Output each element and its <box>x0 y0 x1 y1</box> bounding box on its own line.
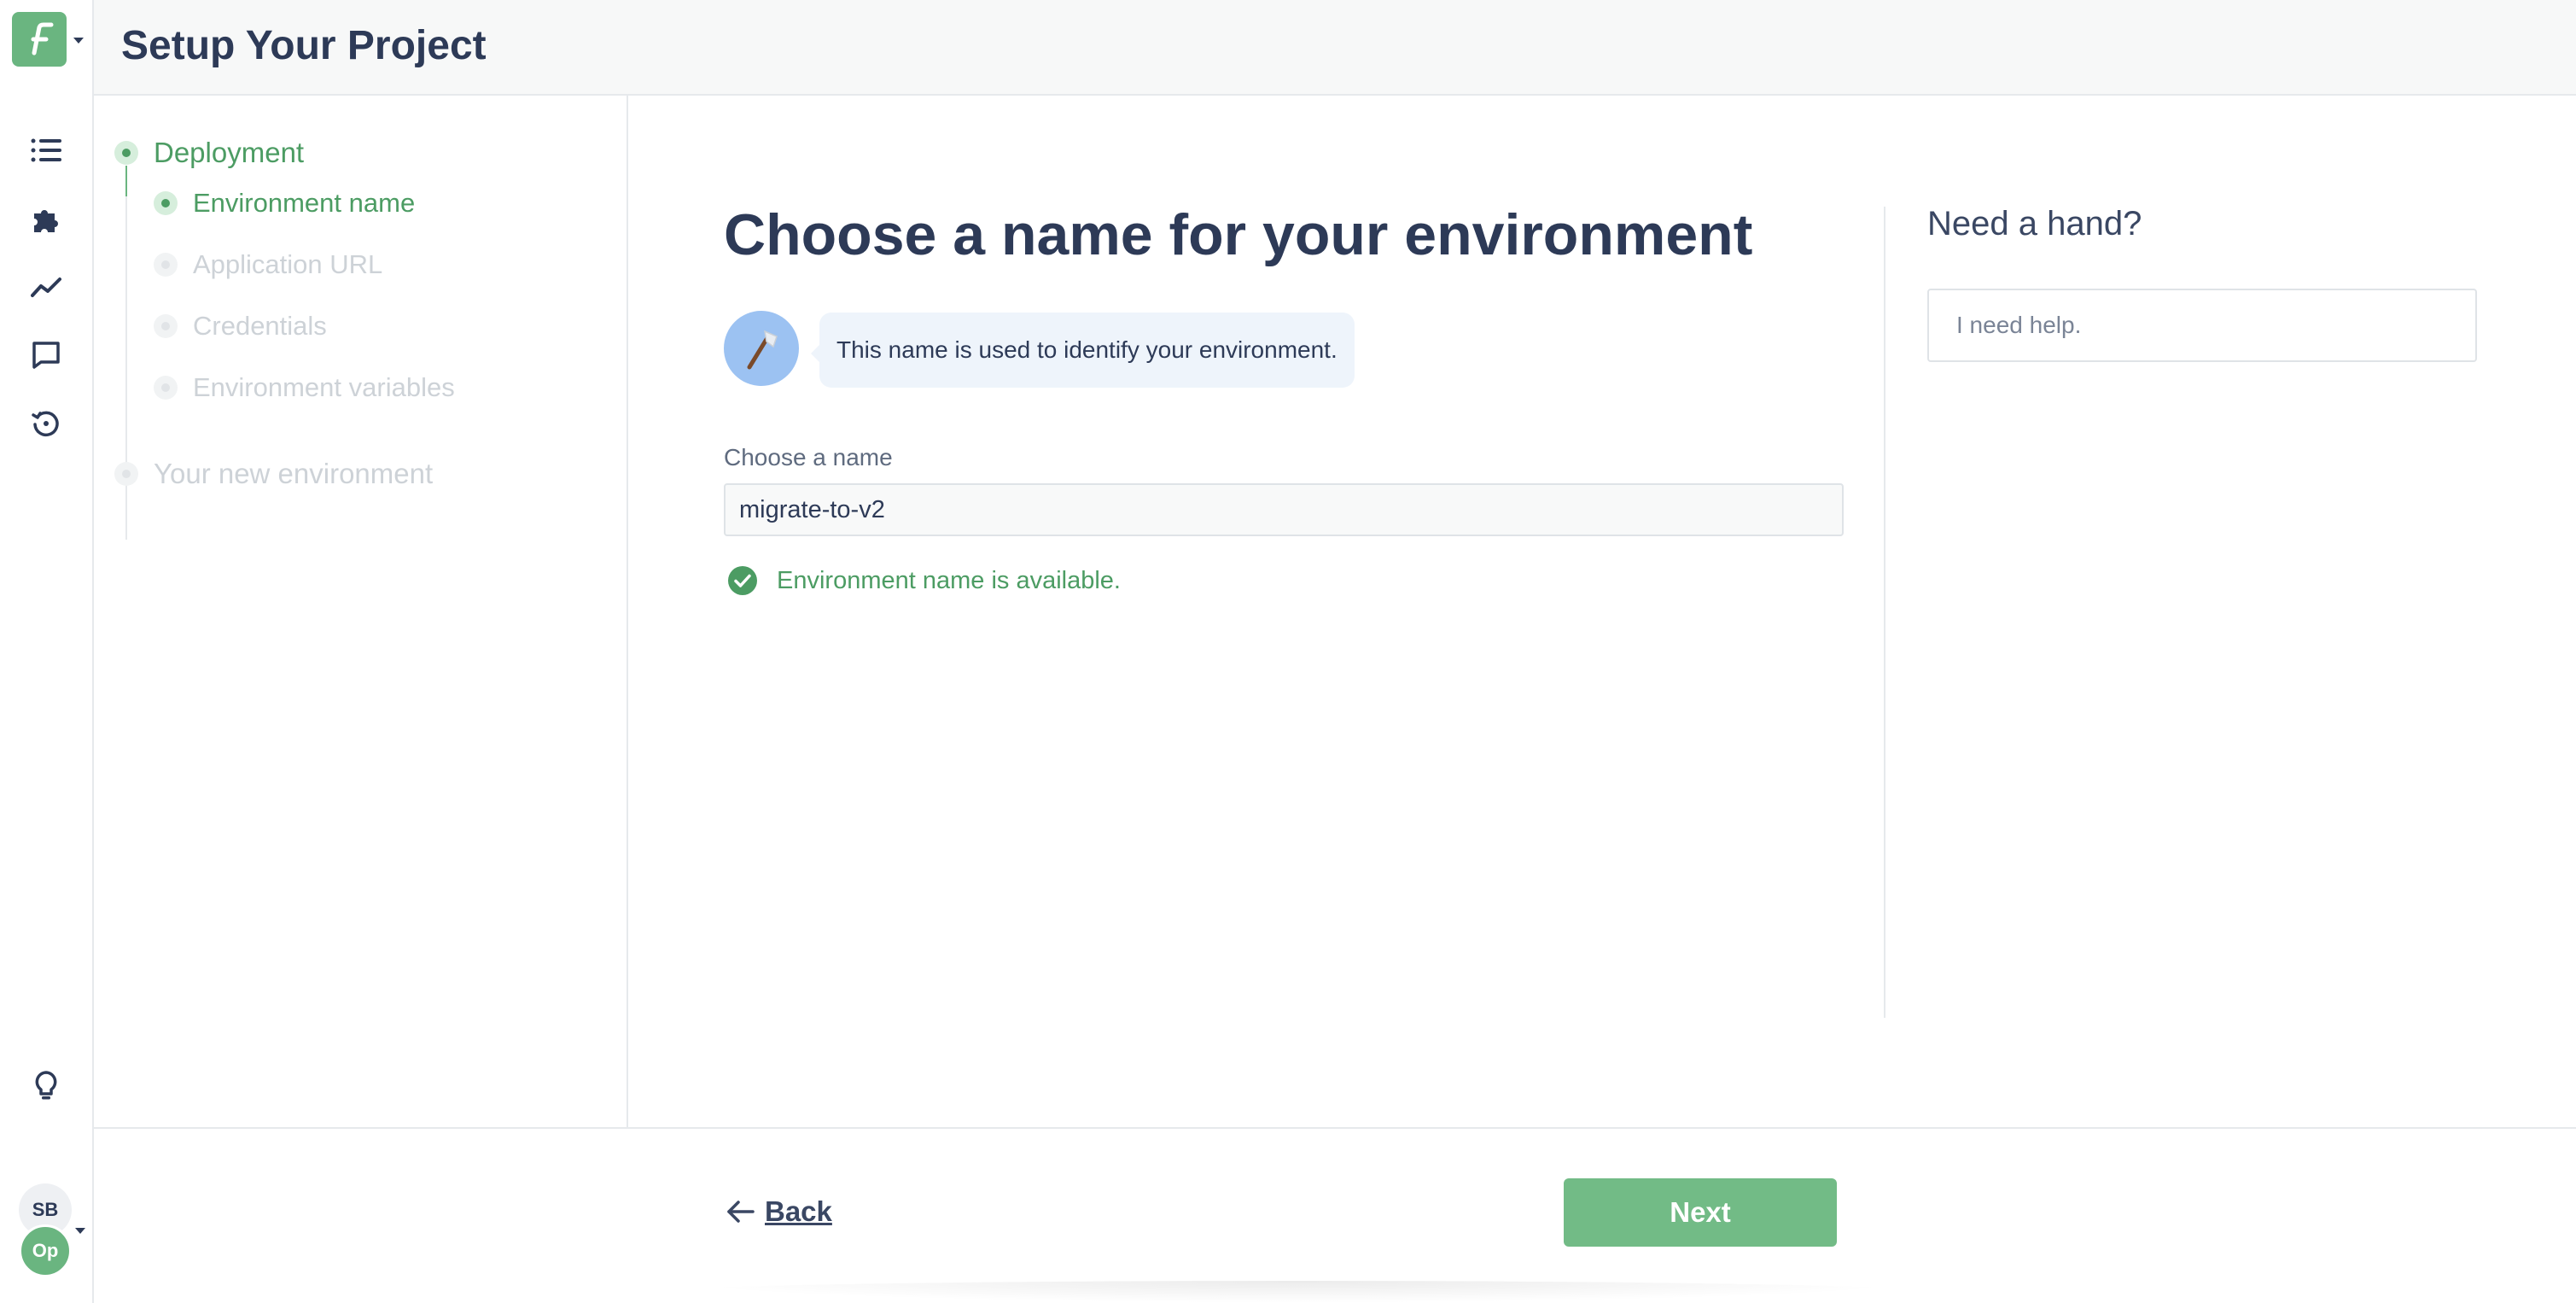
step-dot-icon <box>154 253 178 277</box>
step-deployment: Deployment <box>114 137 304 169</box>
project-caret-icon[interactable] <box>75 1228 85 1234</box>
bottom-shadow <box>666 1281 1929 1303</box>
environment-name-input[interactable] <box>724 483 1844 536</box>
section-title: Choose a name for your environment <box>724 202 1753 267</box>
puzzle-icon[interactable] <box>26 198 67 239</box>
lightbulb-icon[interactable] <box>26 1066 67 1107</box>
back-label: Back <box>765 1195 832 1227</box>
status-text: Environment name is available. <box>777 566 1121 594</box>
step-dot-icon <box>154 376 178 400</box>
substep-application-url: Application URL <box>154 249 382 280</box>
help-divider <box>1884 207 1885 1018</box>
step-label: Deployment <box>154 137 305 168</box>
page-title: Setup Your Project <box>121 23 487 68</box>
step-your-new-environment: Your new environment <box>114 458 433 490</box>
substep-environment-name: Environment name <box>154 188 415 219</box>
history-icon[interactable] <box>26 403 67 444</box>
axe-icon <box>724 311 799 386</box>
substep-environment-variables: Environment variables <box>154 372 455 403</box>
steps-sidebar: Deployment Environment name Application … <box>94 96 628 1129</box>
page-header: Setup Your Project <box>94 0 2576 96</box>
list-icon[interactable] <box>26 130 67 171</box>
substep-credentials: Credentials <box>154 311 327 342</box>
step-dot-icon <box>154 191 178 215</box>
next-button[interactable]: Next <box>1564 1178 1837 1247</box>
logo-caret-icon[interactable] <box>73 38 84 44</box>
check-circle-icon <box>728 566 757 595</box>
hint-bubble: This name is used to identify your envir… <box>811 313 1355 388</box>
step-label: Your new environment <box>154 458 434 489</box>
step-label: Credentials <box>193 311 327 341</box>
step-dot-icon <box>114 141 138 165</box>
footer-bar <box>94 1127 2576 1303</box>
left-rail: SB Op <box>0 0 94 1303</box>
logo-f-icon <box>31 22 54 56</box>
step-dot-icon <box>114 462 138 486</box>
app-logo[interactable] <box>12 12 67 67</box>
chat-icon[interactable] <box>26 335 67 376</box>
step-connector <box>125 166 127 196</box>
help-input[interactable] <box>1927 289 2477 362</box>
step-label: Application URL <box>193 249 383 279</box>
project-avatar[interactable]: Op <box>19 1224 72 1277</box>
arrow-left-icon <box>727 1201 755 1223</box>
chart-line-icon[interactable] <box>26 266 67 307</box>
help-title: Need a hand? <box>1927 205 2142 242</box>
step-label: Environment variables <box>193 372 455 402</box>
name-field-label: Choose a name <box>724 444 893 470</box>
step-dot-icon <box>154 314 178 338</box>
step-label: Environment name <box>193 188 416 218</box>
availability-status: Environment name is available. <box>727 565 1121 596</box>
back-button[interactable]: Back <box>726 1195 832 1228</box>
